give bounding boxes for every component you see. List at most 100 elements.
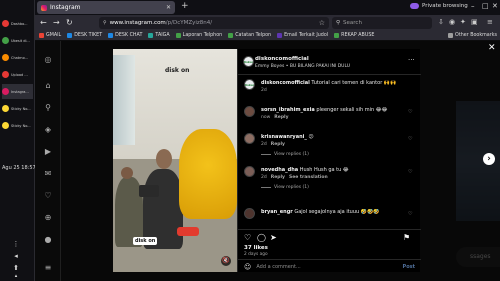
post-video[interactable]: disk on disk on 🔇 [113,49,237,272]
commenter-avatar[interactable] [244,106,255,117]
container-icon[interactable]: ▣ [471,18,478,26]
explore-icon[interactable]: ◈ [43,125,53,135]
replies-line [261,187,271,188]
tab-title: Instagram [50,4,81,11]
home-icon[interactable]: ⌂ [43,81,53,91]
taskbar-app[interactable]: Chatmo... [2,50,33,65]
taskbar-app[interactable]: Upload ... [2,67,33,82]
more-menu-icon[interactable]: ≡ [43,263,53,273]
commenter-username[interactable]: novedha_dha [261,167,298,173]
video-person-head [156,149,172,169]
emoji-icon[interactable]: ☺ [244,263,251,271]
messages-icon[interactable]: ✉ [43,169,53,179]
instagram-logo-icon[interactable]: ◎ [43,55,53,65]
notifications-icon[interactable]: ♡ [43,191,53,201]
commenter-username[interactable]: diskoncomofficial [261,80,310,86]
audio-track[interactable]: Emmy Boyes • BU BILANG PAKAI INI DULU [255,64,350,69]
next-post-icon[interactable]: › [483,153,495,165]
commenter-avatar[interactable]: diskon [244,79,255,90]
address-bar[interactable]: ⚲ www.instagram.com/p/DcYMZyiz8n4/ ☆ [99,17,329,29]
minimize-button[interactable]: – [471,2,475,10]
comment-icon[interactable]: ◯ [257,233,266,242]
comment-like-icon[interactable]: ♡ [408,109,412,115]
forward-button[interactable]: → [53,18,60,27]
taskbar-app-label: Chatmo... [11,55,29,60]
downloads-icon[interactable]: ⇩ [438,18,444,26]
post-comment-button[interactable]: Post [403,264,415,270]
other-bookmarks-label: Other Bookmarks [455,33,497,38]
commenter-avatar[interactable] [244,166,255,177]
back-button[interactable]: ← [40,18,47,27]
add-comment-input[interactable]: Add a comment... [256,264,300,270]
search-input[interactable]: ⚲ Search [332,17,432,29]
create-icon[interactable]: ⊕ [43,213,53,223]
taskbar-app[interactable]: Sticky No... [2,101,33,116]
view-replies-button[interactable]: View replies (1) [261,152,309,157]
reels-icon[interactable]: ▶ [43,147,53,157]
bookmark-item[interactable]: GMAIL [39,33,61,38]
close-modal-icon[interactable]: ✕ [488,43,496,53]
comment-like-icon[interactable]: ♡ [408,169,412,175]
account-icon[interactable]: ◉ [449,18,455,26]
likes-count[interactable]: 37 likes [244,245,268,251]
bookmark-star-icon[interactable]: ☆ [319,19,325,27]
bookmark-item[interactable]: Laporan Telphon [175,33,222,38]
comment-like-icon[interactable]: ♡ [408,136,412,142]
mute-icon[interactable]: 🔇 [221,256,231,266]
view-replies-button[interactable]: View replies (1) [261,185,309,190]
commenter-username[interactable]: krisnawanryani_ [261,134,307,140]
bookmark-label: GMAIL [46,33,62,38]
comment-meta: 2d Reply See translation [261,175,328,180]
new-tab-button[interactable]: + [181,1,189,11]
taskbar-app[interactable]: Instagra... [2,84,33,99]
like-icon[interactable]: ♡ [244,233,251,242]
site-info-icon[interactable]: ⚲ [103,20,107,26]
commenter-avatar[interactable] [244,208,255,219]
bookmark-item[interactable]: REKAP ABUSE [334,33,374,38]
bookmark-item[interactable]: DESK CHAT [108,33,142,38]
profile-icon[interactable]: ● [43,235,53,245]
commenter-avatar[interactable] [244,133,255,144]
bookmark-item[interactable]: Email Terkait Judol [277,33,328,38]
author-avatar[interactable]: diskon [243,56,254,67]
reply-button[interactable]: Reply [271,175,285,180]
bookmark-item[interactable]: Catatan Telpon [228,33,271,38]
commenter-username[interactable]: sorsn_ibrahim_exia [261,107,315,113]
video-monitor [139,185,159,197]
comment-like-icon[interactable]: ♡ [408,211,412,217]
see-translation-link[interactable]: See translation [289,175,328,180]
maximize-button[interactable]: □ [482,2,489,10]
close-window-button[interactable]: ✕ [492,2,498,10]
url-host: www.instagram.com [109,20,166,26]
taskbar-app[interactable]: Sticky No... [2,118,33,133]
save-icon[interactable]: ⚑ [403,233,410,242]
commenter-username[interactable]: bryan_engr [261,209,293,215]
extensions-icon[interactable]: ✦ [460,18,466,26]
bookmark-item[interactable]: DESK TIKET [67,33,102,38]
instagram-sidebar: ◎ ⌂ ⚲ ◈ ▶ ✉ ♡ ⊕ ● ≡ [35,41,61,281]
volume-icon[interactable]: ◂ [12,252,20,260]
taskbar-app-label: Sticky No... [11,106,31,111]
reply-button[interactable]: Reply [274,115,288,120]
tab-close-icon[interactable]: ✕ [166,4,171,11]
bookmark-label: DESK CHAT [115,33,143,38]
search-nav-icon[interactable]: ⚲ [43,103,53,113]
other-bookmarks[interactable]: Other Bookmarks [448,33,500,38]
bookmark-label: Email Terkait Judol [284,33,329,38]
reply-button[interactable]: Reply [271,142,285,147]
taskbar-app[interactable]: Ubesit di... [2,33,33,48]
taskbar-app[interactable]: Dashbo... [2,16,33,31]
tab-instagram[interactable]: Instagram ✕ [37,1,175,14]
author-username[interactable]: diskoncomofficial [255,56,309,62]
app-grid-icon[interactable]: ⋮ [12,240,20,248]
instagram-favicon-icon [41,4,47,11]
taskbar-app-label: Instagra... [11,89,29,94]
more-options-icon[interactable]: ··· [408,56,415,64]
share-icon[interactable]: ➤ [270,233,277,242]
network-icon[interactable]: ⬆ [12,264,20,272]
menu-icon[interactable]: ≡ [487,18,493,26]
tray-expand-icon[interactable]: ▴ [12,272,20,280]
bookmark-item[interactable]: TAIGA [148,33,170,38]
view-replies-label: View replies (1) [274,185,309,190]
reload-button[interactable]: ↻ [66,18,73,27]
